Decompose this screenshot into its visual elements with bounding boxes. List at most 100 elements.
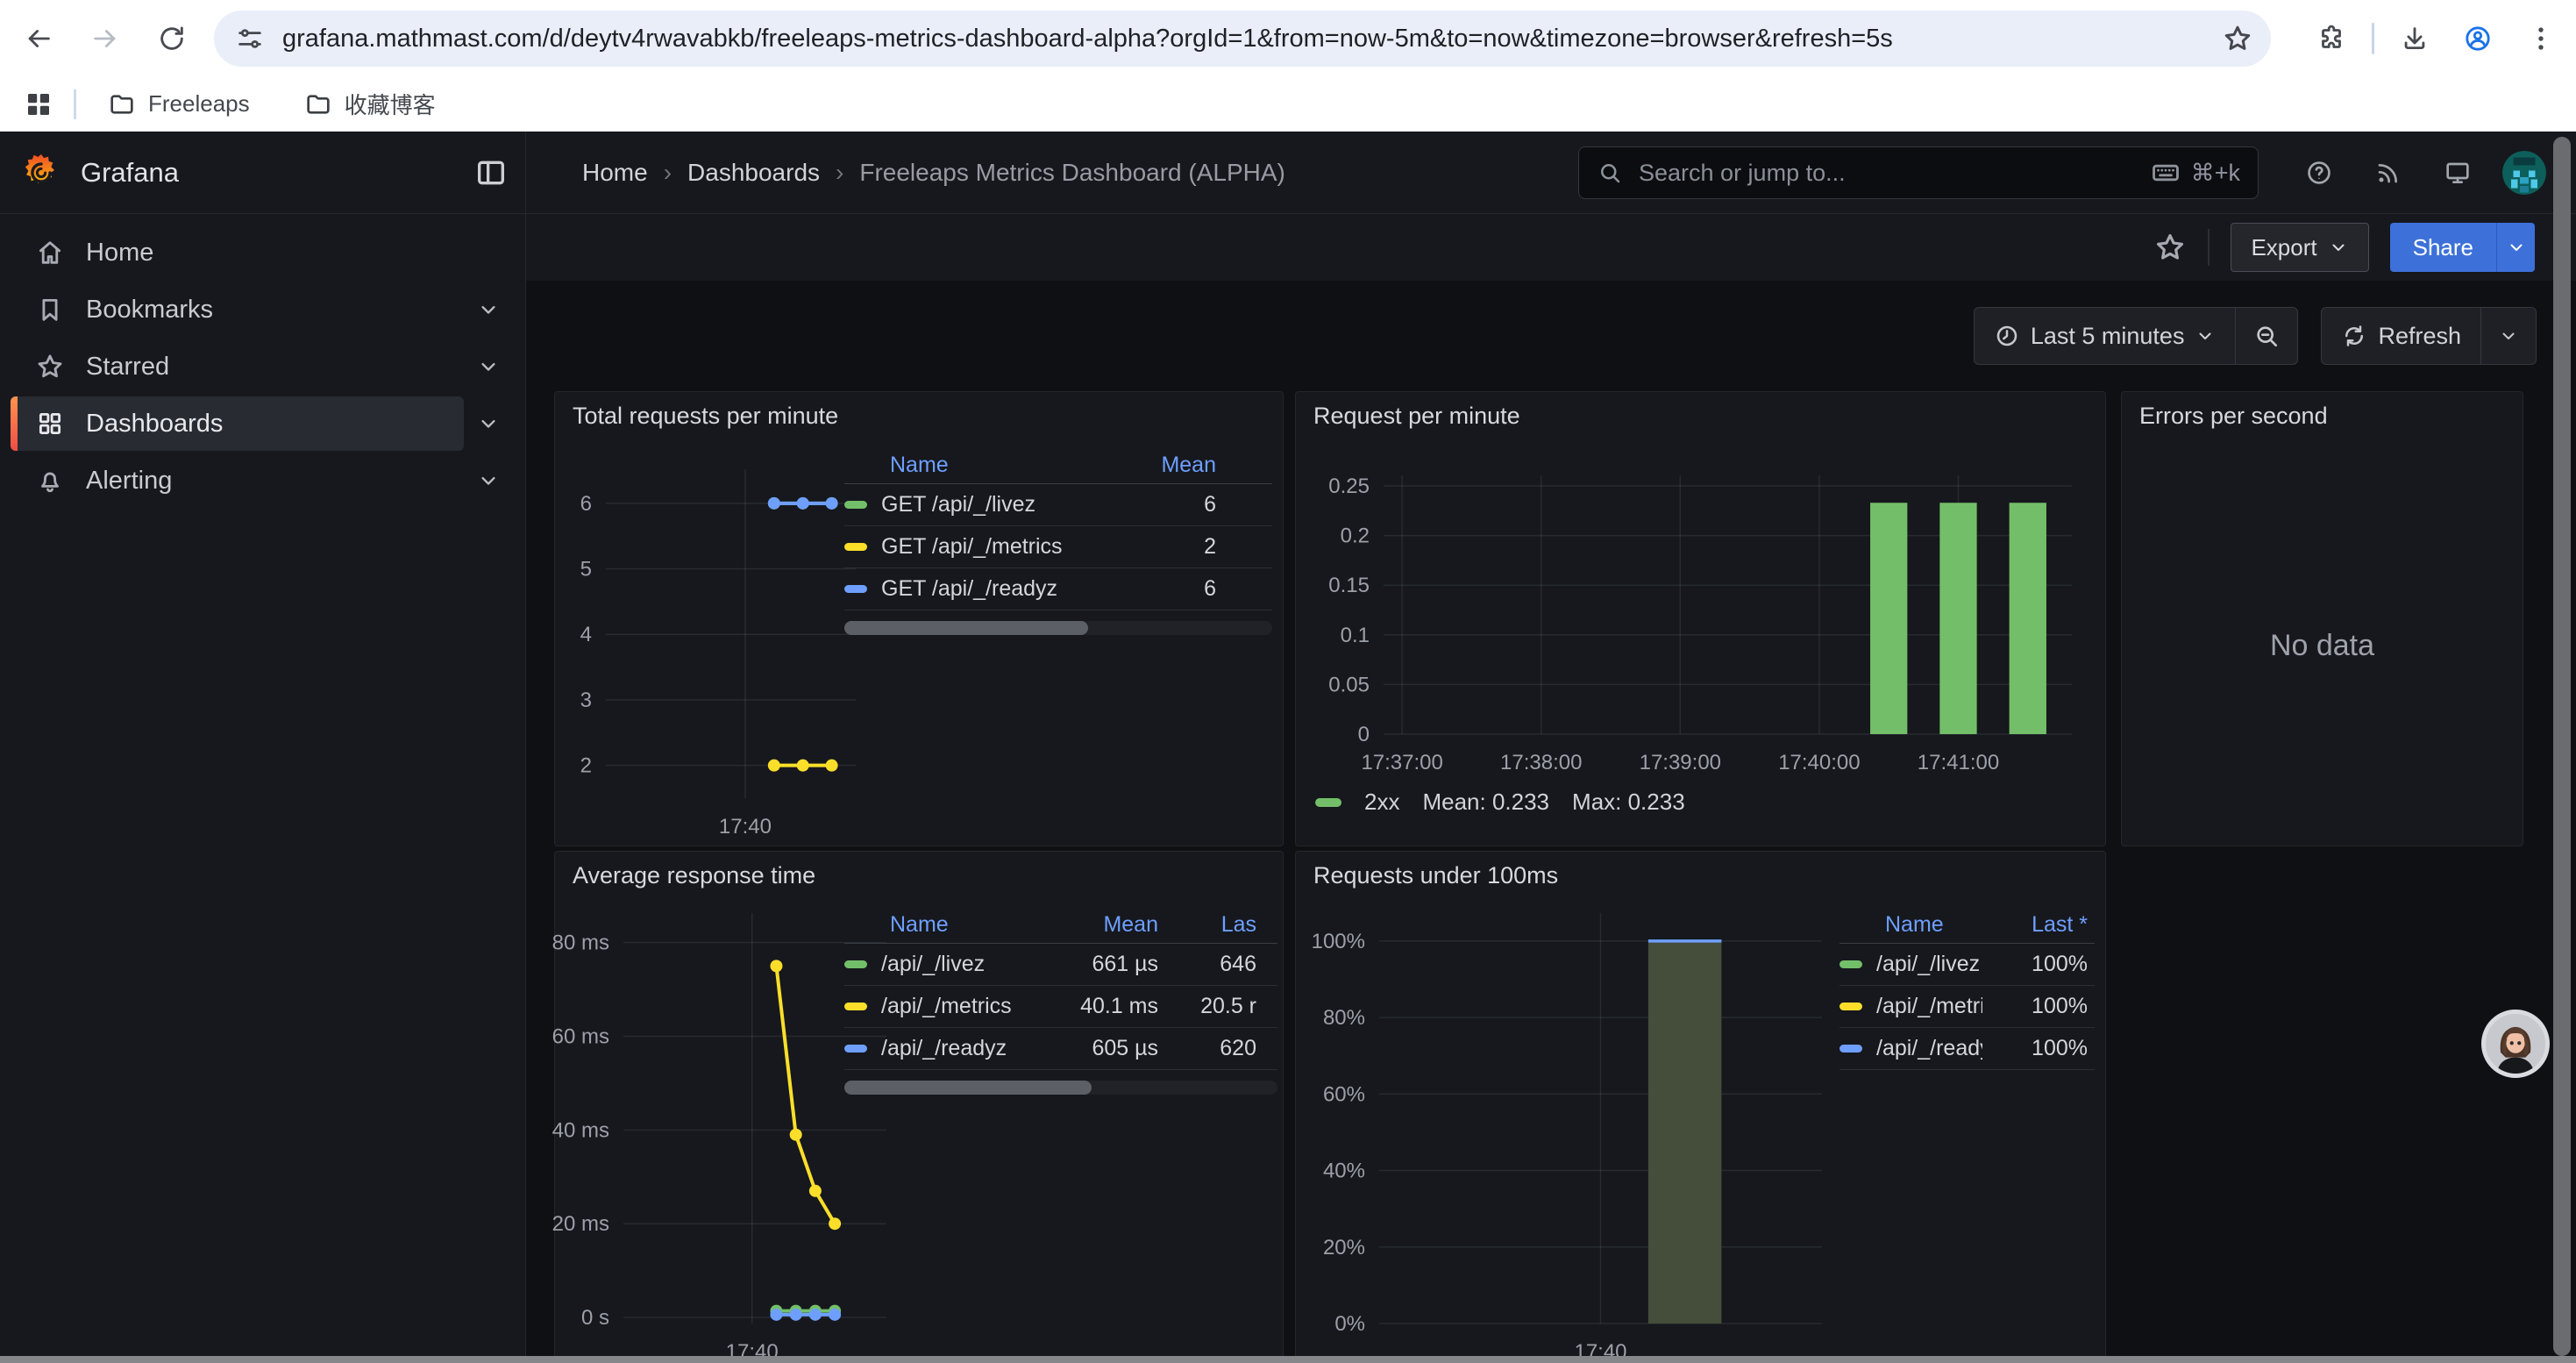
refresh-button[interactable]: Refresh xyxy=(2322,323,2480,350)
legend-col-name[interactable]: Name xyxy=(844,453,1093,478)
back-icon[interactable] xyxy=(14,14,63,63)
legend-row[interactable]: GET /api/_/metrics2 xyxy=(844,526,1272,568)
legend-col-name[interactable]: Name xyxy=(844,912,1027,938)
legend-col[interactable]: Mean xyxy=(1027,912,1158,938)
panel-errors-per-second[interactable]: Errors per second No data xyxy=(2121,391,2523,846)
sidebar-item-button[interactable]: Bookmarks xyxy=(11,282,464,337)
chevron-down-icon xyxy=(2506,237,2527,258)
sidebar-item-label: Starred xyxy=(86,353,169,382)
sidebar-item-bookmarks[interactable]: Bookmarks xyxy=(11,282,525,337)
sidebar-item-label: Dashboards xyxy=(86,410,223,439)
legend-scrollbar[interactable] xyxy=(844,1081,1277,1095)
legend-col[interactable]: Las xyxy=(1158,912,1256,938)
legend-col[interactable]: Last * xyxy=(1982,912,2088,938)
legend-table: NameMeanLas /api/_/livez661 µs646 /api/_… xyxy=(844,906,1277,1095)
series-swatch xyxy=(1839,960,1862,968)
legend-scrollbar[interactable] xyxy=(844,621,1272,635)
news-icon[interactable] xyxy=(2364,148,2413,197)
series-value: 6 xyxy=(1093,492,1216,517)
floating-assistant-avatar[interactable] xyxy=(2481,1010,2550,1078)
chevron-down-icon xyxy=(2498,325,2519,346)
panel-total-requests[interactable]: Total requests per minute 6543217:40 Nam… xyxy=(554,391,1284,846)
sidebar-item-button[interactable]: Dashboards xyxy=(11,396,464,451)
user-avatar[interactable] xyxy=(2502,151,2546,195)
profile-icon[interactable] xyxy=(2453,14,2502,63)
series-name: /api/_/readyz xyxy=(1876,1036,1982,1061)
search-input[interactable]: Search or jump to... ⌘+k xyxy=(1578,146,2259,199)
sidebar-item-button[interactable]: Home xyxy=(11,225,525,280)
chevron-down-icon xyxy=(2328,237,2349,258)
forward-icon[interactable] xyxy=(81,14,130,63)
legend-row[interactable]: /api/_/metrics40.1 ms20.5 r xyxy=(844,986,1277,1028)
bookmark-star-icon[interactable] xyxy=(2222,23,2253,54)
series-swatch xyxy=(844,501,867,509)
address-bar[interactable]: grafana.mathmast.com/d/deytv4rwavabkb/fr… xyxy=(214,11,2271,67)
panel-requests-under-100ms[interactable]: Requests under 100ms 100%80%60%40%20%0%1… xyxy=(1295,851,2106,1363)
sidebar-item-starred[interactable]: Starred xyxy=(11,339,525,394)
sidebar-item-home[interactable]: Home xyxy=(11,225,525,280)
reload-icon[interactable] xyxy=(147,14,196,63)
extensions-icon[interactable] xyxy=(2307,14,2356,63)
legend-row[interactable]: /api/_/livez661 µs646 xyxy=(844,944,1277,986)
legend-max: Max: 0.233 xyxy=(1572,789,1685,816)
legend-row[interactable]: GET /api/_/livez 6 xyxy=(844,484,1272,526)
share-button[interactable]: Share xyxy=(2390,223,2496,272)
series-swatch xyxy=(844,960,867,968)
panel-average-response-time[interactable]: Average response time 80 ms60 ms40 ms20 … xyxy=(554,851,1284,1363)
svg-text:80 ms: 80 ms xyxy=(552,931,609,955)
grafana-logo-icon[interactable] xyxy=(21,153,61,193)
panel-title: Errors per second xyxy=(2139,403,2328,430)
chevron-down-icon[interactable] xyxy=(476,354,501,379)
time-controls: Last 5 minutes Refresh xyxy=(1974,307,2537,365)
sidebar-item-dashboards[interactable]: Dashboards xyxy=(11,396,525,451)
svg-text:20 ms: 20 ms xyxy=(552,1212,609,1236)
legend-col-name[interactable]: Name xyxy=(1839,912,1982,938)
legend-scrollbar-thumb[interactable] xyxy=(844,1081,1092,1095)
sidebar-item-label: Alerting xyxy=(86,467,172,496)
sidebar-item-button[interactable]: Alerting xyxy=(11,453,464,508)
series-value: 100% xyxy=(1982,994,2088,1019)
browser-menu-icon[interactable] xyxy=(2516,14,2565,63)
series-value: 100% xyxy=(1982,1036,2088,1061)
share-menu-button[interactable] xyxy=(2496,223,2535,272)
legend-row[interactable]: /api/_/readyz605 µs620 xyxy=(844,1028,1277,1070)
site-settings-icon[interactable] xyxy=(235,24,265,54)
time-range-button[interactable]: Last 5 minutes xyxy=(1975,323,2236,350)
legend-series-label[interactable]: 2xx xyxy=(1364,789,1399,816)
bookmarks-divider xyxy=(74,89,76,119)
legend-scrollbar-thumb[interactable] xyxy=(844,621,1088,635)
series-swatch xyxy=(844,543,867,551)
breadcrumb: Home › Dashboards › Freeleaps Metrics Da… xyxy=(582,132,1285,213)
chevron-down-icon xyxy=(2195,325,2216,346)
breadcrumb-home[interactable]: Home xyxy=(582,159,648,187)
kiosk-monitor-icon[interactable] xyxy=(2433,148,2482,197)
legend-row[interactable]: /api/_/metrics100% xyxy=(1839,986,2095,1028)
series-value: 661 µs xyxy=(1027,952,1158,977)
page-scrollbar[interactable] xyxy=(2553,137,2571,1356)
apps-grid-icon[interactable] xyxy=(23,89,54,120)
sidebar-item-alerting[interactable]: Alerting xyxy=(11,453,525,508)
legend-row[interactable]: /api/_/livez100% xyxy=(1839,944,2095,986)
sidebar-item-label: Home xyxy=(86,239,153,268)
legend-row[interactable]: GET /api/_/readyz6 xyxy=(844,568,1272,610)
sidebar-toggle-icon[interactable] xyxy=(473,155,509,190)
chevron-down-icon[interactable] xyxy=(476,411,501,436)
breadcrumb-dashboards[interactable]: Dashboards xyxy=(687,159,820,187)
bookmark-item[interactable]: 收藏博客 xyxy=(292,82,448,125)
chevron-down-icon[interactable] xyxy=(476,297,501,322)
series-name: GET /api/_/livez xyxy=(881,492,1035,517)
help-icon[interactable] xyxy=(2295,148,2344,197)
sidebar-item-button[interactable]: Starred xyxy=(11,339,464,394)
favorite-star-icon[interactable] xyxy=(2153,231,2187,264)
chevron-down-icon[interactable] xyxy=(476,468,501,493)
zoom-out-button[interactable] xyxy=(2235,308,2297,364)
refresh-interval-button[interactable] xyxy=(2480,308,2536,364)
downloads-icon[interactable] xyxy=(2390,14,2439,63)
export-button[interactable]: Export xyxy=(2231,223,2368,272)
legend-row[interactable]: /api/_/readyz100% xyxy=(1839,1028,2095,1070)
svg-text:60%: 60% xyxy=(1323,1082,1365,1106)
legend-col[interactable]: Mean xyxy=(1093,453,1216,478)
panel-request-per-minute[interactable]: Request per minute 0.250.20.150.10.05017… xyxy=(1295,391,2106,846)
active-indicator xyxy=(11,396,18,451)
bookmark-item[interactable]: Freeleaps xyxy=(96,82,262,125)
